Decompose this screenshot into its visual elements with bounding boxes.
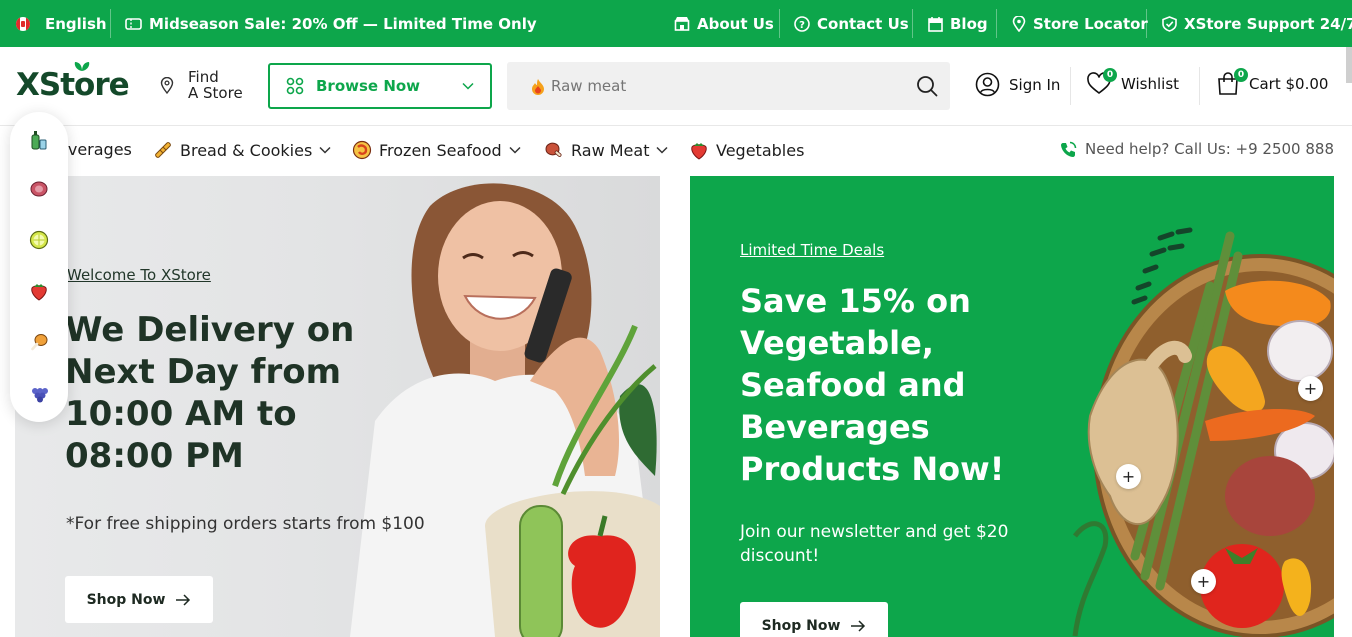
deals-subtitle: Join our newsletter and get $20 discount… — [740, 522, 1009, 566]
search-input[interactable] — [545, 77, 916, 95]
category-quick-sidebar — [10, 112, 68, 422]
find-store-link[interactable]: Find A Store — [160, 69, 243, 101]
site-logo[interactable]: XStore — [16, 62, 130, 103]
shrimp-icon — [352, 140, 372, 160]
canada-flag-icon — [16, 16, 30, 31]
logo-text: XStore — [16, 67, 130, 103]
promo-text: Midseason Sale: 20% Off — Limited Time O… — [149, 14, 537, 33]
store-icon — [674, 17, 690, 31]
about-us-label: About Us — [697, 14, 774, 33]
search-bar — [507, 62, 950, 110]
promo-banner: Midseason Sale: 20% Off — Limited Time O… — [125, 0, 537, 47]
cart-label: Cart $0.00 — [1249, 75, 1329, 93]
wishlist-count-badge: 0 — [1103, 68, 1117, 82]
shop-now-label: Shop Now — [86, 591, 166, 608]
strawberry-icon — [691, 143, 707, 160]
meat-icon[interactable] — [27, 177, 51, 201]
category-raw-meat[interactable]: Raw Meat — [542, 140, 668, 160]
strawberry-icon[interactable] — [27, 279, 51, 303]
category-label: everages — [58, 140, 132, 159]
map-pin-icon — [1012, 15, 1026, 32]
ticket-icon — [125, 17, 142, 30]
support-link[interactable]: XStore Support 24/7 — [1162, 0, 1352, 47]
wishlist-link[interactable]: 0 Wishlist — [1086, 68, 1180, 96]
help-circle-icon: ? — [794, 15, 810, 32]
find-line-2: A Store — [188, 84, 243, 102]
svg-text:?: ? — [799, 20, 805, 31]
chevron-down-icon — [656, 146, 668, 154]
phone-icon — [1061, 141, 1077, 157]
category-vegetables[interactable]: Vegetables — [689, 140, 804, 160]
site-header: XStore Find A Store Browse Now Sign In 0… — [0, 47, 1352, 126]
arrow-right-icon — [851, 619, 866, 632]
beverages-icon[interactable] — [27, 128, 51, 152]
shield-check-icon — [1162, 15, 1177, 32]
hero-banner-deals: Limited Time Deals Save 15% on Vegetable… — [690, 176, 1334, 637]
find-line-1: Find — [188, 68, 219, 86]
hotspot-plus-icon[interactable]: + — [1116, 464, 1141, 489]
browse-now-label: Browse Now — [316, 77, 421, 95]
hotspot-plus-icon[interactable]: + — [1298, 376, 1323, 401]
help-line: Need help? Call Us: +9 2500 888 — [1060, 140, 1334, 158]
hero-kicker[interactable]: Welcome To XStore — [67, 266, 211, 284]
category-label: Vegetables — [716, 140, 805, 160]
category-bread-cookies[interactable]: Bread & Cookies — [153, 140, 331, 160]
search-icon[interactable] — [916, 75, 938, 97]
shop-now-label: Shop Now — [761, 617, 841, 634]
category-label: Bread & Cookies — [180, 140, 313, 160]
about-us-link[interactable]: About Us — [674, 0, 774, 47]
deals-title: Save 15% on Vegetable, Seafood and Bever… — [740, 282, 1005, 488]
blog-link[interactable]: Blog — [928, 0, 988, 47]
calendar-icon — [928, 16, 943, 32]
hero-note: *For free shipping orders starts from $1… — [66, 514, 425, 534]
hotspot-plus-icon[interactable]: + — [1191, 569, 1216, 594]
language-label: English — [45, 14, 107, 33]
hero-banner-delivery: Welcome To XStore We Delivery on Next Da… — [15, 176, 660, 637]
find-store-text: Find A Store — [188, 69, 243, 101]
category-label: Raw Meat — [571, 140, 650, 160]
arrow-right-icon — [176, 593, 191, 606]
chevron-down-icon — [509, 146, 521, 154]
citrus-icon[interactable] — [27, 228, 51, 252]
store-locator-link[interactable]: Store Locator — [1012, 0, 1148, 47]
scrollbar-thumb[interactable] — [1346, 47, 1352, 83]
hero-title: We Delivery on Next Day from 10:00 AM to… — [65, 310, 355, 476]
contact-us-link[interactable]: ? Contact Us — [794, 0, 909, 47]
language-selector[interactable]: English — [16, 0, 107, 47]
support-label: XStore Support 24/7 — [1184, 14, 1352, 33]
baguette-icon — [155, 142, 171, 158]
wishlist-label: Wishlist — [1121, 75, 1180, 93]
cart-count-badge: 0 — [1234, 68, 1248, 82]
store-locator-label: Store Locator — [1033, 14, 1148, 33]
chicken-leg-icon[interactable] — [27, 330, 51, 354]
chevron-down-icon — [462, 82, 474, 90]
blog-label: Blog — [950, 14, 988, 33]
help-text: Need help? Call Us: +9 2500 888 — [1085, 140, 1334, 158]
shop-now-button[interactable]: Shop Now — [65, 576, 213, 623]
cart-link[interactable]: 0 Cart $0.00 — [1216, 68, 1329, 96]
meat-icon — [545, 142, 562, 157]
logo-leaf-icon — [74, 62, 90, 71]
shop-now-button[interactable]: Shop Now — [740, 602, 888, 637]
user-icon — [975, 72, 1000, 97]
category-label: Frozen Seafood — [379, 140, 502, 160]
grid-dots-icon — [286, 77, 304, 95]
deals-kicker[interactable]: Limited Time Deals — [740, 241, 884, 259]
grapes-icon[interactable] — [27, 381, 51, 405]
sign-in-link[interactable]: Sign In — [975, 72, 1060, 97]
category-frozen-seafood[interactable]: Frozen Seafood — [352, 140, 521, 160]
category-beverages[interactable]: everages — [58, 140, 132, 159]
flame-icon — [532, 78, 544, 95]
chevron-down-icon — [319, 146, 331, 154]
browse-now-dropdown[interactable]: Browse Now — [268, 63, 492, 109]
sign-in-label: Sign In — [1009, 75, 1061, 94]
category-nav: everages Bread & Cookies Frozen Seafood … — [0, 126, 1352, 176]
location-pin-icon — [160, 76, 174, 94]
contact-us-label: Contact Us — [817, 14, 909, 33]
top-bar: English Midseason Sale: 20% Off — Limite… — [0, 0, 1352, 47]
